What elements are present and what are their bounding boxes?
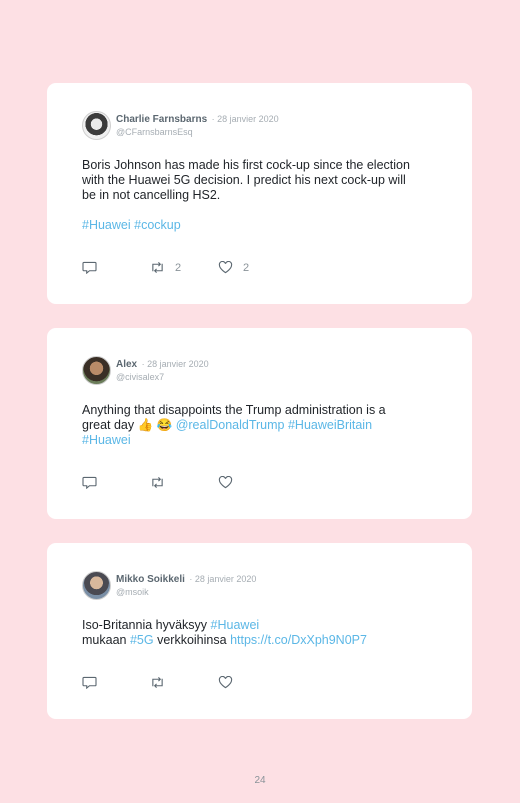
retweet-button[interactable] — [150, 676, 218, 689]
tweet-date[interactable]: · 28 janvier 2020 — [212, 114, 279, 124]
retweet-count: 2 — [175, 261, 182, 274]
tweet-card: Alex · 28 janvier 2020 @civisalex7 Anyth… — [47, 328, 472, 519]
reply-icon — [82, 676, 97, 689]
author-handle[interactable]: @msoik — [116, 586, 256, 598]
tweet-date[interactable]: · 28 janvier 2020 — [142, 359, 209, 369]
author-name[interactable]: Charlie Farnsbarns — [116, 114, 207, 125]
author-handle[interactable]: @civisalex7 — [116, 371, 209, 383]
avatar[interactable] — [82, 356, 111, 385]
tweet-header: Charlie Farnsbarns · 28 janvier 2020 @CF… — [82, 111, 279, 140]
retweet-button[interactable]: 2 — [150, 261, 218, 274]
retweet-icon — [152, 676, 163, 689]
tweet-actions — [82, 676, 286, 689]
hashtag-link[interactable]: #Huawei #cockup — [82, 218, 181, 232]
tweet-text: Boris Johnson has made his first cock-up… — [82, 158, 410, 232]
like-count: 2 — [243, 261, 250, 274]
tweet-date[interactable]: · 28 janvier 2020 — [189, 574, 256, 584]
tweet-header: Mikko Soikkeli · 28 janvier 2020 @msoik — [82, 571, 256, 600]
reply-button[interactable] — [82, 261, 150, 274]
hashtag-link[interactable]: #Huawei — [82, 433, 131, 447]
tweet-card: Charlie Farnsbarns · 28 janvier 2020 @CF… — [47, 83, 472, 304]
like-button[interactable] — [218, 676, 286, 689]
tweet-text: Anything that disappoints the Trump admi… — [82, 403, 386, 447]
reply-icon — [82, 476, 97, 489]
heart-icon — [218, 476, 233, 489]
retweet-button[interactable] — [150, 476, 218, 489]
mention-link[interactable]: @realDonaldTrump #HuaweiBritain — [176, 418, 372, 432]
reply-button[interactable] — [82, 676, 150, 689]
tweet-text: Iso-Britannia hyväksyy #Huawei mukaan #5… — [82, 618, 367, 647]
emoji: 👍 😂 — [137, 418, 173, 432]
author-name[interactable]: Mikko Soikkeli — [116, 574, 185, 585]
retweet-icon — [152, 261, 163, 274]
tweet-actions — [82, 476, 286, 489]
retweet-icon — [152, 476, 163, 489]
avatar[interactable] — [82, 111, 111, 140]
heart-icon — [218, 676, 233, 689]
heart-icon — [218, 261, 233, 274]
like-button[interactable]: 2 — [218, 261, 286, 274]
reply-button[interactable] — [82, 476, 150, 489]
url-link[interactable]: https://t.co/DxXph9N0P7 — [230, 633, 367, 647]
reply-icon — [82, 261, 97, 274]
avatar[interactable] — [82, 571, 111, 600]
hashtag-link[interactable]: #5G — [130, 633, 154, 647]
hashtag-link[interactable]: #Huawei — [211, 618, 260, 632]
tweet-card: Mikko Soikkeli · 28 janvier 2020 @msoik … — [47, 543, 472, 719]
author-handle[interactable]: @CFarnsbarnsEsq — [116, 126, 279, 138]
like-button[interactable] — [218, 476, 286, 489]
tweet-header: Alex · 28 janvier 2020 @civisalex7 — [82, 356, 209, 385]
page-number: 24 — [254, 775, 266, 786]
tweet-actions: 2 2 — [82, 261, 286, 274]
author-name[interactable]: Alex — [116, 359, 137, 370]
